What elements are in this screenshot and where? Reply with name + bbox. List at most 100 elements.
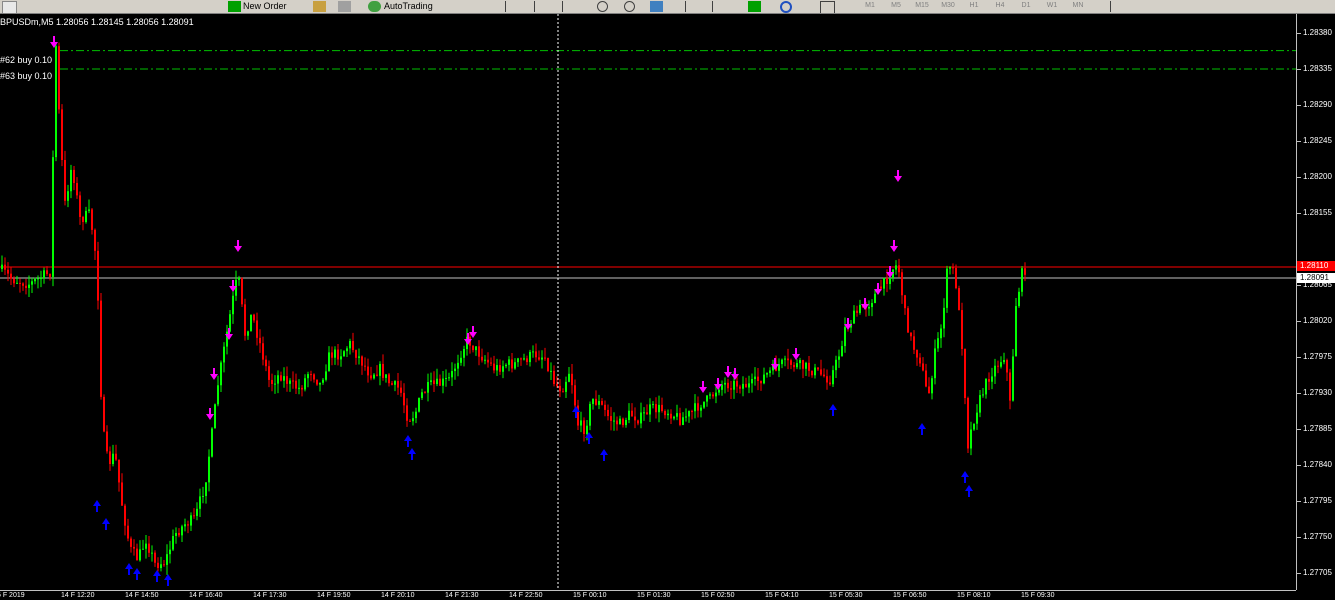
candle-body [838,356,840,360]
zoom-in-icon[interactable] [597,1,608,12]
timeframe-m1[interactable]: M1 [857,0,883,12]
candle-body [628,410,630,420]
templates-icon[interactable] [820,1,835,13]
price-tick-mark [1297,393,1301,394]
candle-body [292,380,294,382]
candle-body [211,428,213,457]
strategy-tester-icon[interactable] [313,1,326,12]
candle-body [697,403,699,411]
candle-body [52,157,54,277]
candle-body [784,358,786,360]
candle-body [946,268,948,308]
price-tick-mark [1297,105,1301,106]
candle-body [67,191,69,201]
candle-body [952,267,954,269]
candle-body [34,278,36,282]
candle-body [61,109,63,160]
periods-icon[interactable] [780,1,792,13]
candle-body [301,387,303,390]
candle-body [511,359,513,369]
timeframe-h1[interactable]: H1 [961,0,987,12]
candle-body [949,267,951,269]
candle-body [454,368,456,372]
candle-body [448,377,450,379]
candle-body [745,383,747,388]
candle-body [364,365,366,367]
candle-body [73,169,75,184]
candle-body [346,348,348,352]
candle-body [901,272,903,296]
candle-body [103,396,105,432]
candle-body [889,278,891,284]
candle-body [928,386,930,394]
autoscroll-icon[interactable] [712,1,726,12]
candle-body [781,359,783,365]
price-chart[interactable] [0,14,1296,590]
candle-body [28,284,30,288]
candle-body [10,273,12,279]
candle-body [658,404,660,413]
crosshair-icon[interactable] [1110,1,1124,12]
timeframe-d1[interactable]: D1 [1013,0,1039,12]
candle-body [817,367,819,370]
tile-windows-icon[interactable] [650,1,663,12]
candle-body [49,273,51,277]
candle-body [991,376,993,382]
timeframe-m15[interactable]: M15 [909,0,935,12]
candle-body [82,216,84,223]
candle-body [70,169,72,192]
candle-body [283,376,285,381]
autotrading-button[interactable]: AutoTrading [384,0,433,12]
candle-body [751,379,753,384]
indicators-icon[interactable] [748,1,761,12]
candle-body [541,357,543,360]
line-chart-icon[interactable] [562,1,576,12]
candle-body [451,371,453,378]
candle-body [268,366,270,380]
price-tick-mark [1297,33,1301,34]
candle-body [715,392,717,397]
candle-body [64,159,66,201]
signals-icon[interactable] [338,1,351,12]
candle-body [310,374,312,376]
price-tick-mark [1297,141,1301,142]
candle-body [58,46,60,110]
chart-shift-icon[interactable] [685,1,699,12]
candle-body [661,404,663,412]
candle-body [550,370,552,372]
zoom-out-icon[interactable] [624,1,635,12]
candle-body [997,365,999,367]
price-tick-mark [1297,213,1301,214]
candle-body [349,341,351,349]
candle-body [655,404,657,413]
candle-body [316,379,318,385]
candle-body [694,403,696,412]
candle-body [244,304,246,336]
timeframe-h4[interactable]: H4 [987,0,1013,12]
candle-body [481,356,483,361]
price-tick-label: 1.28380 [1303,28,1332,37]
price-tick-mark [1297,69,1301,70]
new-chart-icon[interactable] [2,1,17,13]
candle-body [574,385,576,406]
new-order-button[interactable]: New Order [243,0,287,12]
candle-body [109,451,111,465]
candle-body [625,419,627,426]
timeframe-m5[interactable]: M5 [883,0,909,12]
timeframe-m30[interactable]: M30 [935,0,961,12]
candlestick-icon[interactable] [534,1,548,12]
candle-body [97,250,99,301]
candle-body [919,357,921,364]
candle-body [40,278,42,280]
candle-body [199,496,201,509]
bar-chart-icon[interactable] [505,1,519,12]
timeframe-w1[interactable]: W1 [1039,0,1065,12]
candle-body [313,374,315,380]
sell-arrow-icon [699,381,707,393]
candle-body [757,376,759,381]
candle-body [22,283,24,286]
timeframe-mn[interactable]: MN [1065,0,1091,12]
price-tick-label: 1.28200 [1303,172,1332,181]
price-tick-mark [1297,501,1301,502]
candle-body [484,359,486,361]
